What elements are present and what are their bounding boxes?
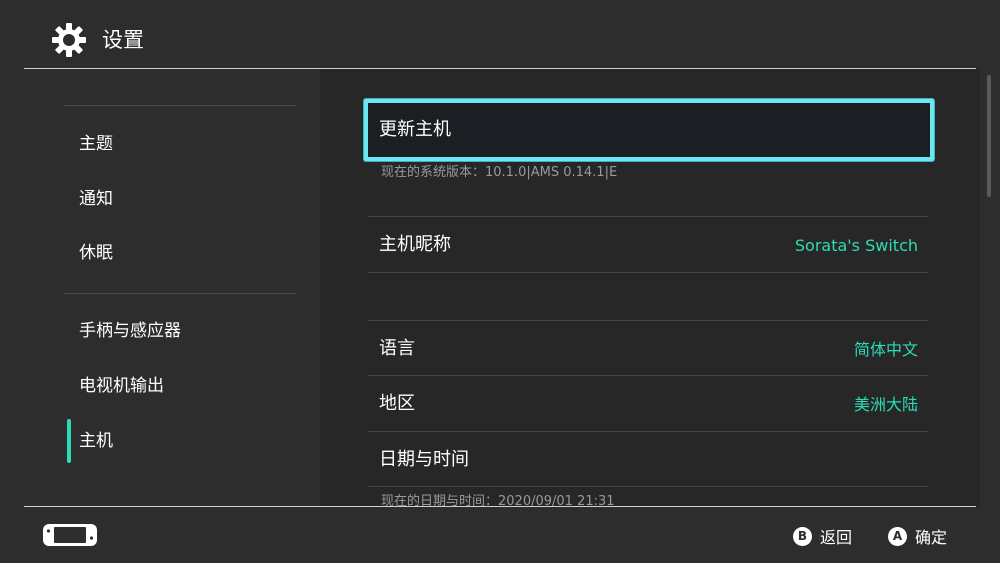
sidebar-divider <box>64 293 296 294</box>
page-title: 设置 <box>102 28 144 52</box>
console-nickname-label: 主机昵称 <box>379 234 451 255</box>
current-date-time-text: 现在的日期与时间：2020/09/01 21:31 <box>381 494 615 506</box>
scrollbar[interactable] <box>987 75 991 197</box>
gear-icon <box>52 23 86 57</box>
sidebar-item-theme[interactable]: 主题 <box>79 133 113 155</box>
header: 设置 <box>0 0 1000 69</box>
sidebar-item-amiibo[interactable]: amiibo <box>79 69 137 75</box>
region-value: 美洲大陆 <box>853 395 918 414</box>
update-console-button[interactable]: 更新主机 <box>364 99 934 161</box>
row-divider <box>368 320 928 321</box>
settings-content: 更新主机 现在的系统版本：10.1.0|AMS 0.14.1|E 主机昵称 So… <box>320 69 980 506</box>
row-divider <box>368 431 928 432</box>
row-divider <box>368 216 928 217</box>
confirm-label: 确定 <box>915 528 948 547</box>
sidebar: amiibo 主题 通知 休眠 手柄与感应器 电视机输出 主机 <box>0 69 320 506</box>
sidebar-active-indicator <box>67 419 71 463</box>
region-label: 地区 <box>379 393 415 414</box>
sidebar-divider <box>64 105 296 106</box>
sidebar-item-system[interactable]: 主机 <box>79 430 113 452</box>
update-console-label: 更新主机 <box>379 119 451 140</box>
b-button-icon: B <box>793 526 812 546</box>
date-time-label: 日期与时间 <box>379 449 469 470</box>
back-label: 返回 <box>820 528 853 547</box>
back-hint[interactable]: B 返回 <box>793 524 852 548</box>
system-version-text: 现在的系统版本：10.1.0|AMS 0.14.1|E <box>381 165 618 180</box>
confirm-hint[interactable]: A 确定 <box>888 524 947 548</box>
row-divider <box>368 375 928 376</box>
sidebar-item-notifications[interactable]: 通知 <box>79 188 113 210</box>
console-icon <box>43 524 97 546</box>
sidebar-item-tv-output[interactable]: 电视机输出 <box>79 375 164 397</box>
row-divider <box>368 486 928 487</box>
row-divider <box>368 272 928 273</box>
a-button-icon: A <box>888 526 907 546</box>
language-label: 语言 <box>379 338 415 359</box>
sidebar-item-sleep[interactable]: 休眠 <box>79 242 113 264</box>
footer: B 返回 A 确定 <box>0 507 1000 563</box>
console-nickname-value: Sorata's Switch <box>794 236 918 255</box>
sidebar-item-controllers[interactable]: 手柄与感应器 <box>79 320 181 342</box>
language-value: 简体中文 <box>853 340 918 359</box>
